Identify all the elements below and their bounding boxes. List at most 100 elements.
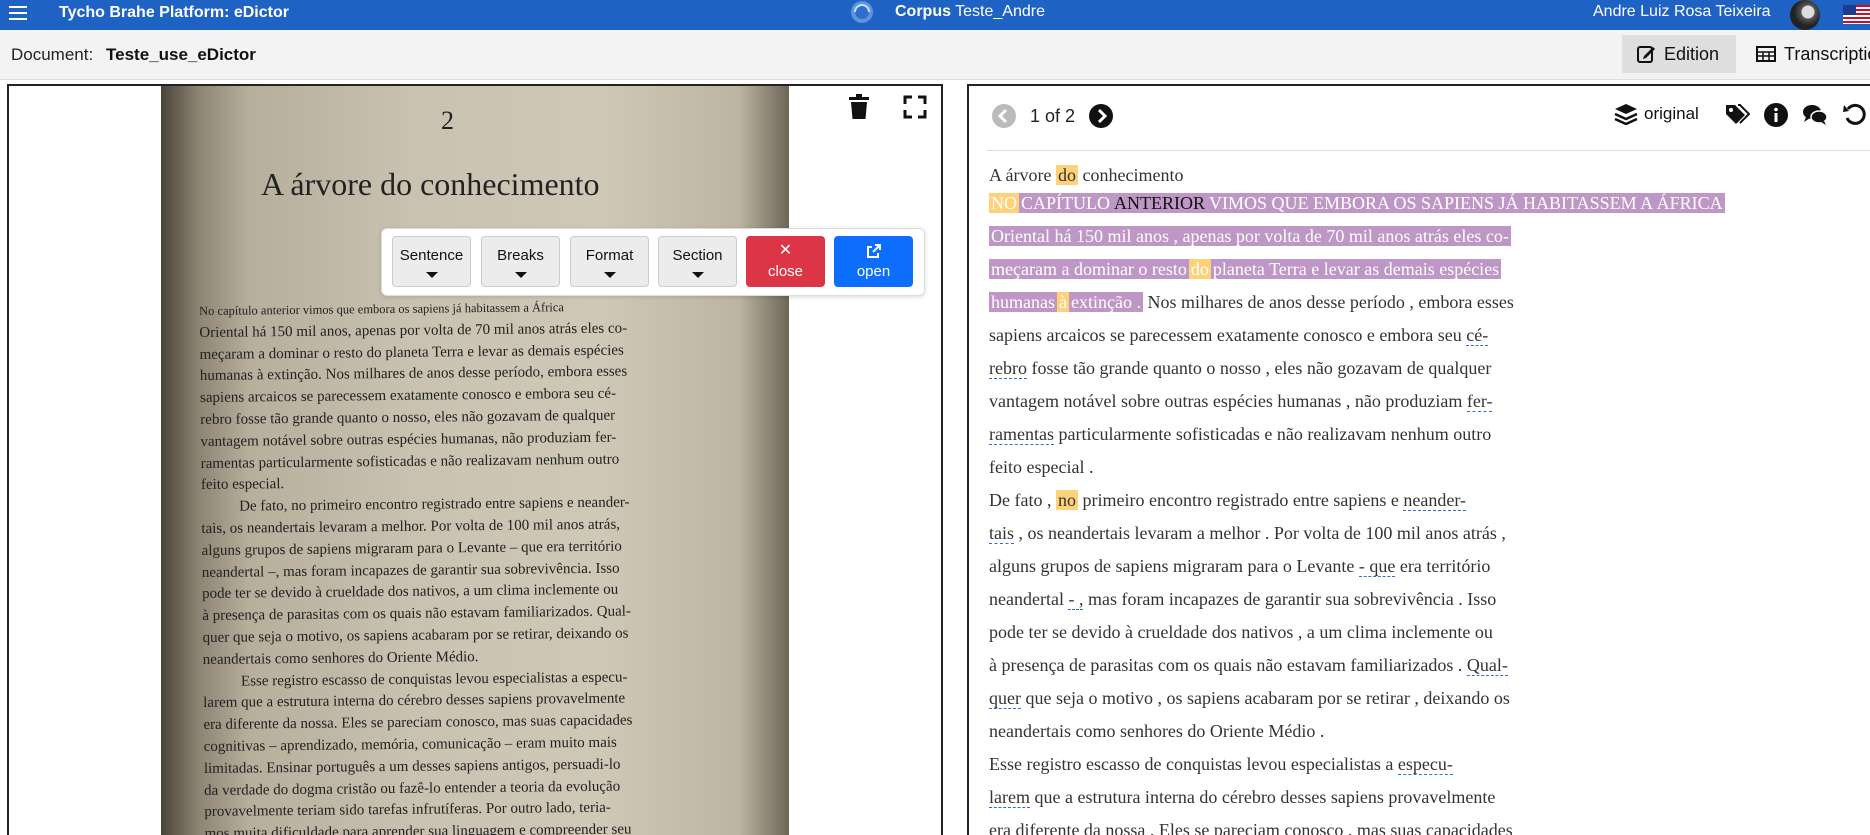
text-line: rebro fosse tão grande quanto o nosso , … [989, 352, 1491, 385]
token-selected-active[interactable]: ANTERIOR [1112, 193, 1207, 213]
external-link-icon [866, 244, 881, 258]
token[interactable]: , os neandertais levaram a melhor . Por … [1019, 523, 1506, 543]
format-button-label: Format [585, 247, 634, 264]
undo-icon[interactable] [1842, 102, 1868, 128]
text-line: sapiens arcaicos se parecessem exatament… [989, 319, 1489, 352]
breaks-button[interactable]: Breaks [481, 236, 560, 287]
text-line: à presença de parasitas com os quais não… [989, 649, 1508, 682]
text-line: ramentas particularmente sofisticadas e … [989, 418, 1491, 451]
token-hyphenated[interactable]: fer- [1466, 391, 1493, 412]
token[interactable]: primeiro encontro registrado entre sapie… [1082, 490, 1398, 510]
token-selected[interactable]: planeta Terra e levar as demais espécies [1210, 259, 1502, 279]
caret-down-icon [603, 272, 616, 278]
text-line: Esse registro escasso de conquistas levo… [989, 748, 1453, 781]
section-button[interactable]: Section [658, 236, 737, 287]
image-viewer-panel: 2 A árvore do conhecimento No capítulo a… [7, 84, 943, 835]
format-button[interactable]: Format [570, 236, 649, 287]
user-name[interactable]: Andre Luiz Rosa Teixeira [1593, 3, 1771, 21]
token-hyphenated[interactable]: especu- [1397, 754, 1453, 775]
token[interactable]: fosse tão grande quanto o nosso , eles n… [1031, 358, 1491, 378]
text-line: alguns grupos de sapiens migraram para o… [989, 550, 1490, 583]
text-line: neandertais como senhores do Oriente Méd… [989, 715, 1324, 748]
token-dashed[interactable]: - , [1068, 589, 1084, 610]
token[interactable]: à presença de parasitas com os quais não… [989, 655, 1462, 675]
token[interactable]: De fato , [989, 490, 1051, 510]
caret-down-icon [514, 272, 527, 278]
document-label: Document: [11, 45, 94, 64]
layers-icon [1614, 104, 1638, 125]
token[interactable]: A árvore [989, 165, 1051, 185]
token-selected[interactable]: humanas [989, 292, 1057, 312]
prev-page-icon[interactable] [992, 104, 1016, 128]
token-hyphenated[interactable]: rebro [989, 358, 1027, 379]
token[interactable]: vantagem notável sobre outras espécies h… [989, 391, 1462, 411]
token[interactable]: pode ter se devido à crueldade dos nativ… [989, 622, 1493, 642]
token-selected-highlighted[interactable]: NO [989, 193, 1019, 213]
token[interactable]: neandertal [989, 589, 1064, 609]
token[interactable]: Esse registro escasso de conquistas levo… [989, 754, 1393, 774]
next-page-icon[interactable] [1089, 104, 1113, 128]
token-hyphenated[interactable]: Qual- [1466, 655, 1508, 676]
info-icon[interactable] [1763, 102, 1789, 128]
corpus-label: Corpus [895, 3, 951, 20]
trash-icon[interactable] [848, 94, 870, 120]
avatar[interactable] [1790, 0, 1820, 30]
section-button-label: Section [672, 247, 723, 264]
token[interactable]: que seja o motivo , os sapiens acabaram … [1025, 688, 1509, 708]
layer-selector[interactable]: original [1614, 103, 1699, 125]
token-selected[interactable]: VIMOS QUE EMBORA OS SAPIENS JÁ HABITASSE… [1207, 193, 1725, 213]
token[interactable]: particularmente sofisticadas e não reali… [1058, 424, 1491, 444]
token-selected[interactable]: meçaram a dominar o resto [989, 259, 1189, 279]
token-selected[interactable]: extinção . [1068, 292, 1143, 312]
document-name: Teste_use_eDictor [106, 45, 256, 64]
caret-down-icon [691, 272, 704, 278]
text-line: feito especial . [989, 451, 1093, 484]
token[interactable]: sapiens arcaicos se parecessem exatament… [989, 325, 1462, 345]
token-dashed[interactable]: - que [1358, 556, 1396, 577]
document-bar: Document: Teste_use_eDictor Edition Tran… [0, 30, 1870, 80]
token[interactable]: era diferente da nossa . Eles se parecia… [989, 820, 1513, 835]
tab-transcription-label: Transcription [1784, 43, 1870, 64]
token[interactable]: que a estrutura interna do cérebro desse… [1034, 787, 1495, 807]
token-hyphenated[interactable]: tais [989, 523, 1014, 544]
token-selected[interactable]: Oriental há 150 mil anos , apenas por vo… [989, 226, 1511, 246]
token[interactable]: Nos milhares de anos desse período , emb… [1147, 292, 1513, 312]
token[interactable]: conhecimento [1082, 165, 1183, 185]
token-hyphenated[interactable]: larem [989, 787, 1030, 808]
scan-page-number: 2 [441, 106, 454, 135]
text-line: era diferente da nossa . Eles se parecia… [989, 814, 1513, 835]
token[interactable]: feito especial . [989, 457, 1093, 477]
token[interactable]: alguns grupos de sapiens migraram para o… [989, 556, 1354, 576]
table-icon [1756, 46, 1776, 62]
tab-transcription[interactable]: Transcription [1742, 35, 1870, 73]
token[interactable]: mas foram incapazes de garantir sua sobr… [1088, 589, 1496, 609]
scan-body-text: No capítulo anterior vimos que embora os… [199, 296, 715, 835]
us-flag-icon[interactable] [1843, 5, 1870, 24]
tags-icon[interactable] [1724, 102, 1750, 128]
fullscreen-icon[interactable] [903, 95, 927, 119]
token-highlighted[interactable]: do [1055, 165, 1078, 185]
menu-icon[interactable] [9, 6, 27, 20]
token-hyphenated[interactable]: quer [989, 688, 1021, 709]
token-selected-highlighted[interactable]: do [1188, 259, 1211, 279]
open-button[interactable]: open [834, 236, 913, 287]
token[interactable]: neandertais como senhores do Oriente Méd… [989, 721, 1324, 741]
token-hyphenated[interactable]: neander- [1403, 490, 1466, 511]
page-scan-image[interactable]: 2 A árvore do conhecimento No capítulo a… [161, 86, 789, 835]
tab-edition[interactable]: Edition [1622, 35, 1736, 73]
corpus-logo-icon [851, 1, 873, 23]
token-hyphenated[interactable]: ramentas [989, 424, 1054, 445]
close-button[interactable]: ✕ close [746, 236, 825, 287]
token-hyphenated[interactable]: cé- [1466, 325, 1489, 346]
token-highlighted[interactable]: no [1055, 490, 1078, 510]
token-selected[interactable]: CAPÍTULO [1019, 193, 1112, 213]
comments-icon[interactable] [1802, 102, 1828, 128]
open-button-label: open [856, 263, 891, 280]
token-selected-highlighted[interactable]: à [1056, 292, 1069, 312]
text-line: Oriental há 150 mil anos , apenas por vo… [989, 220, 1511, 253]
text-line: meçaram a dominar o resto do planeta Terra… [989, 253, 1502, 286]
sentence-button[interactable]: Sentence [392, 236, 471, 287]
text-line: De fato , no primeiro encontro registrad… [989, 484, 1466, 517]
text-line: tais , os neandertais levaram a melhor .… [989, 517, 1506, 550]
token[interactable]: era território [1400, 556, 1490, 576]
